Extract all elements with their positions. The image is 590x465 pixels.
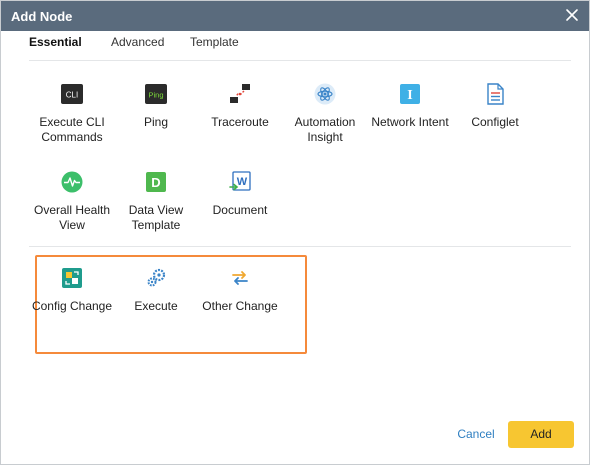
node-label: Other Change — [202, 299, 278, 313]
ping-icon: Ping — [145, 84, 167, 104]
node-label: Document — [212, 203, 268, 217]
heartbeat-icon — [61, 171, 83, 193]
node-execute-cli[interactable]: CLI Execute CLI Commands — [30, 83, 114, 145]
node-label: Network Intent — [371, 115, 449, 129]
intent-icon: I — [400, 84, 420, 104]
gears-icon — [147, 268, 166, 287]
traceroute-icon — [230, 84, 250, 103]
node-overall-health[interactable]: Overall Health View — [30, 171, 114, 233]
dataview-icon: D — [146, 172, 166, 192]
node-label: Execute — [134, 299, 178, 313]
node-config-change[interactable]: Config Change — [30, 267, 114, 314]
node-label: Data View Template — [128, 203, 184, 232]
node-label: Config Change — [31, 299, 113, 313]
node-traceroute[interactable]: Traceroute — [198, 83, 282, 130]
node-network-intent[interactable]: I Network Intent — [368, 83, 452, 130]
tabs-divider — [29, 60, 571, 61]
svg-text:W: W — [237, 176, 248, 188]
atom-icon — [314, 83, 336, 105]
node-label: Traceroute — [211, 115, 269, 129]
node-automation-insight[interactable]: Automation Insight — [283, 83, 367, 145]
svg-text:D: D — [151, 175, 160, 190]
swap-arrows-icon — [232, 271, 248, 285]
add-button[interactable]: Add — [508, 421, 574, 448]
word-document-icon: W — [229, 171, 251, 191]
node-label: Execute CLI Commands — [39, 115, 105, 144]
tab-essential[interactable]: Essential — [29, 35, 82, 49]
document-lines-icon — [487, 83, 504, 105]
svg-text:Ping: Ping — [148, 91, 163, 100]
dialog-title: Add Node — [11, 9, 73, 24]
add-node-dialog: Add Node Essential Advanced Template CLI… — [0, 0, 590, 465]
svg-text:I: I — [407, 88, 412, 103]
cancel-button[interactable]: Cancel — [453, 427, 499, 443]
node-ping[interactable]: Ping Ping — [114, 83, 198, 130]
node-other-change[interactable]: Other Change — [198, 267, 282, 314]
section-divider — [29, 246, 571, 247]
node-execute[interactable]: Execute — [114, 267, 198, 314]
config-change-icon — [62, 268, 82, 288]
node-label: Ping — [143, 115, 169, 129]
tab-template[interactable]: Template — [190, 35, 239, 49]
node-data-view-template[interactable]: D Data View Template — [114, 171, 198, 233]
dialog-titlebar: Add Node — [1, 1, 589, 31]
node-label: Automation Insight — [294, 115, 356, 144]
close-icon[interactable] — [563, 6, 581, 24]
svg-text:CLI: CLI — [66, 91, 78, 100]
node-configlet[interactable]: Configlet — [453, 83, 537, 130]
node-label: Configlet — [471, 115, 519, 129]
node-document[interactable]: W Document — [198, 171, 282, 218]
cli-icon: CLI — [61, 84, 83, 104]
node-label: Overall Health View — [33, 203, 111, 232]
tab-advanced[interactable]: Advanced — [111, 35, 164, 49]
